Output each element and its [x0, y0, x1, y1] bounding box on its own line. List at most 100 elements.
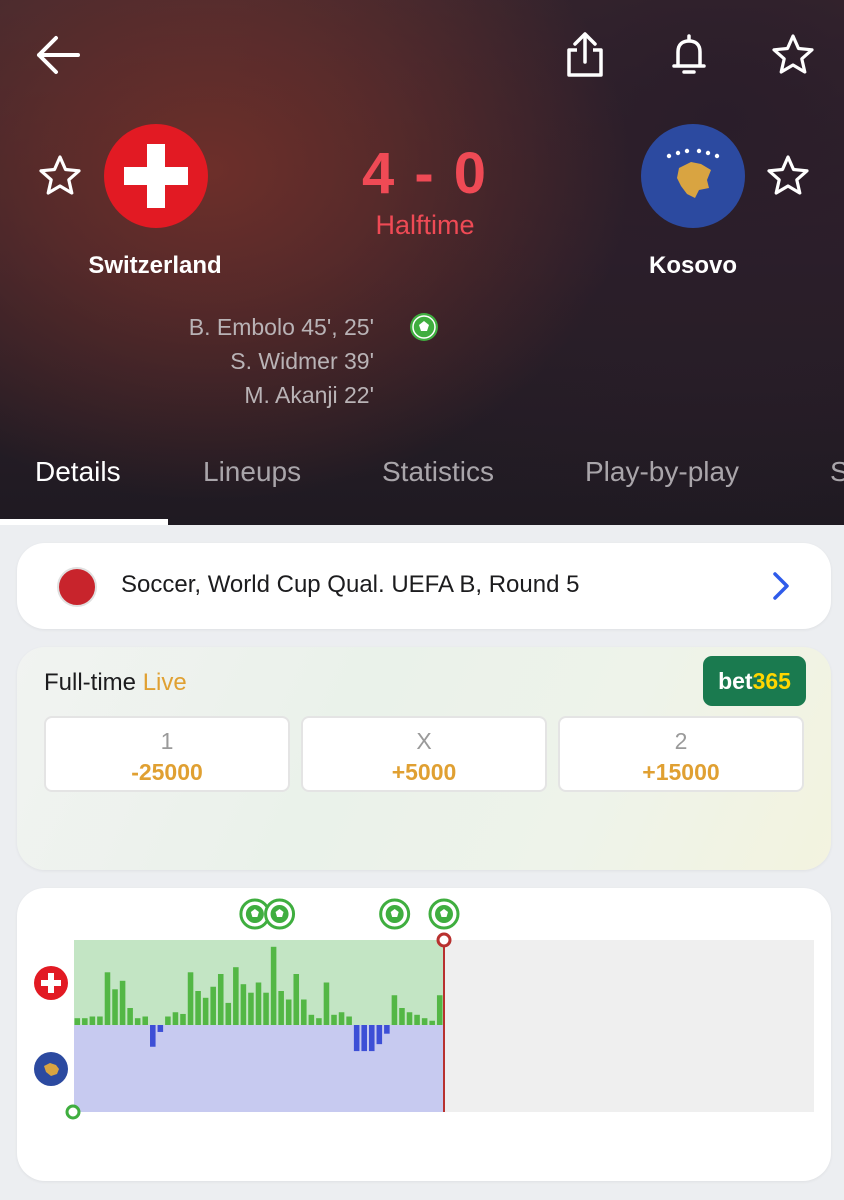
live-label: Live: [142, 669, 187, 696]
uefa-logo: [57, 567, 97, 607]
odds-button-away[interactable]: 2 +15000: [558, 716, 804, 792]
home-pressure-bar: [89, 1016, 96, 1025]
bell-icon[interactable]: [664, 30, 714, 80]
home-pressure-bar: [248, 992, 254, 1025]
odds-value: -25000: [131, 759, 203, 785]
chevron-right-icon: [767, 569, 795, 603]
home-pressure-bar: [104, 972, 111, 1025]
tab-statistics[interactable]: Statistics: [382, 456, 494, 488]
away-pressure-bar: [150, 1025, 156, 1047]
away-pressure-area: [74, 1025, 444, 1112]
home-pressure-bar: [429, 1020, 435, 1025]
odds-label: X: [416, 728, 432, 754]
odds-market-label: Full-time: [44, 669, 137, 696]
home-pressure-bar: [316, 1018, 322, 1025]
home-pressure-bar: [278, 991, 284, 1025]
tab-play-by-play[interactable]: Play-by-play: [585, 456, 739, 488]
home-team-name[interactable]: Switzerland: [45, 252, 265, 280]
home-pressure-bar: [97, 1016, 103, 1025]
competition-name: Soccer, World Cup Qual. UEFA B, Round 5: [121, 571, 580, 598]
momentum-chart-card: [17, 888, 831, 1181]
bookmaker-prefix: bet: [718, 667, 753, 694]
home-pressure-bar: [82, 1018, 88, 1025]
home-pressure-bar: [301, 999, 307, 1025]
home-pressure-bar: [187, 972, 194, 1025]
kickoff-marker: [65, 1104, 81, 1120]
home-pressure-bar: [263, 992, 269, 1025]
tab-lineups[interactable]: Lineups: [203, 456, 301, 488]
scorer-line: S. Widmer 39': [230, 348, 374, 374]
home-pressure-bar: [323, 982, 330, 1025]
home-pressure-bar: [217, 974, 224, 1025]
home-pressure-bar: [293, 974, 300, 1025]
odds-label: 2: [674, 728, 688, 754]
odds-card: Full-time Live bet 365 1 -25000 X +5000 2…: [17, 647, 831, 870]
home-pressure-bar: [210, 986, 216, 1025]
home-pressure-bar: [240, 984, 247, 1025]
odds-value: +5000: [391, 759, 457, 785]
match-status: Halftime: [375, 210, 475, 240]
share-icon[interactable]: [560, 30, 610, 80]
away-pressure-bar: [384, 1025, 390, 1034]
home-pressure-bar: [406, 1012, 413, 1025]
home-pressure-bar: [112, 989, 118, 1025]
bookmaker-logo[interactable]: bet 365: [703, 656, 806, 706]
home-pressure-bar: [202, 997, 209, 1025]
odds-title: Full-time Live: [44, 669, 187, 697]
home-pressure-bar: [127, 1008, 133, 1025]
home-pressure-bar: [391, 995, 398, 1025]
match-header: Switzerland 4 - 0 Halftime Kosovo B. Emb…: [0, 0, 844, 525]
home-pressure-bar: [399, 1008, 405, 1025]
star-icon[interactable]: [768, 30, 818, 80]
odds-button-draw[interactable]: X +5000: [301, 716, 547, 792]
home-pressure-bar: [255, 982, 262, 1025]
home-pressure-bar: [308, 1014, 315, 1025]
home-pressure-bar: [172, 1012, 179, 1025]
odds-label: 1: [160, 728, 174, 754]
home-pressure-bar: [165, 1016, 171, 1025]
home-pressure-bar: [346, 1016, 352, 1025]
home-pressure-bar: [285, 999, 292, 1025]
away-team-name[interactable]: Kosovo: [583, 252, 803, 280]
tab-more[interactable]: S: [830, 456, 844, 488]
current-minute-marker: [436, 932, 452, 948]
home-pressure-bar: [142, 1016, 149, 1025]
away-pressure-bar: [353, 1025, 360, 1052]
home-pressure-bar: [331, 1014, 337, 1025]
tab-details[interactable]: Details: [35, 456, 121, 488]
away-pressure-bar: [368, 1025, 375, 1052]
favorite-home-star-icon[interactable]: [37, 153, 83, 199]
tab-bar: Details Lineups Statistics Play-by-play …: [0, 448, 844, 525]
home-pressure-bar: [119, 980, 126, 1025]
bookmaker-suffix: 365: [752, 667, 791, 694]
scorer-line: M. Akanji 22': [244, 382, 374, 408]
chart-future-area: [444, 940, 814, 1112]
active-tab-indicator: [0, 519, 168, 525]
home-pressure-bar: [421, 1018, 428, 1025]
away-pressure-bar: [157, 1025, 164, 1032]
home-pressure-bar: [134, 1018, 141, 1025]
away-pressure-bar: [376, 1025, 383, 1045]
kosovo-flag[interactable]: [641, 124, 745, 228]
goal-scorers: B. Embolo 45', 25' S. Widmer 39' M. Akan…: [120, 310, 374, 412]
home-pressure-bar: [225, 1002, 232, 1025]
soccer-ball-icon: [408, 311, 440, 343]
competition-card[interactable]: Soccer, World Cup Qual. UEFA B, Round 5: [17, 543, 831, 629]
home-pressure-bar: [74, 1018, 81, 1025]
away-pressure-bar: [361, 1025, 367, 1052]
favorite-away-star-icon[interactable]: [765, 153, 811, 199]
momentum-chart: [34, 898, 814, 1120]
match-score: 4 - 0: [361, 141, 489, 206]
home-mini-flag-cross: [41, 980, 61, 986]
back-arrow-icon[interactable]: [28, 30, 84, 80]
home-pressure-bar: [414, 1014, 420, 1025]
home-pressure-bar: [338, 1012, 345, 1025]
odds-value: +15000: [642, 759, 720, 785]
switzerland-flag[interactable]: [104, 124, 208, 228]
home-pressure-bar: [436, 995, 443, 1025]
scorer-line: B. Embolo 45', 25': [188, 314, 374, 340]
home-pressure-bar: [180, 1013, 186, 1025]
home-pressure-bar: [233, 967, 239, 1025]
odds-button-home[interactable]: 1 -25000: [44, 716, 290, 792]
home-pressure-bar: [270, 946, 277, 1025]
